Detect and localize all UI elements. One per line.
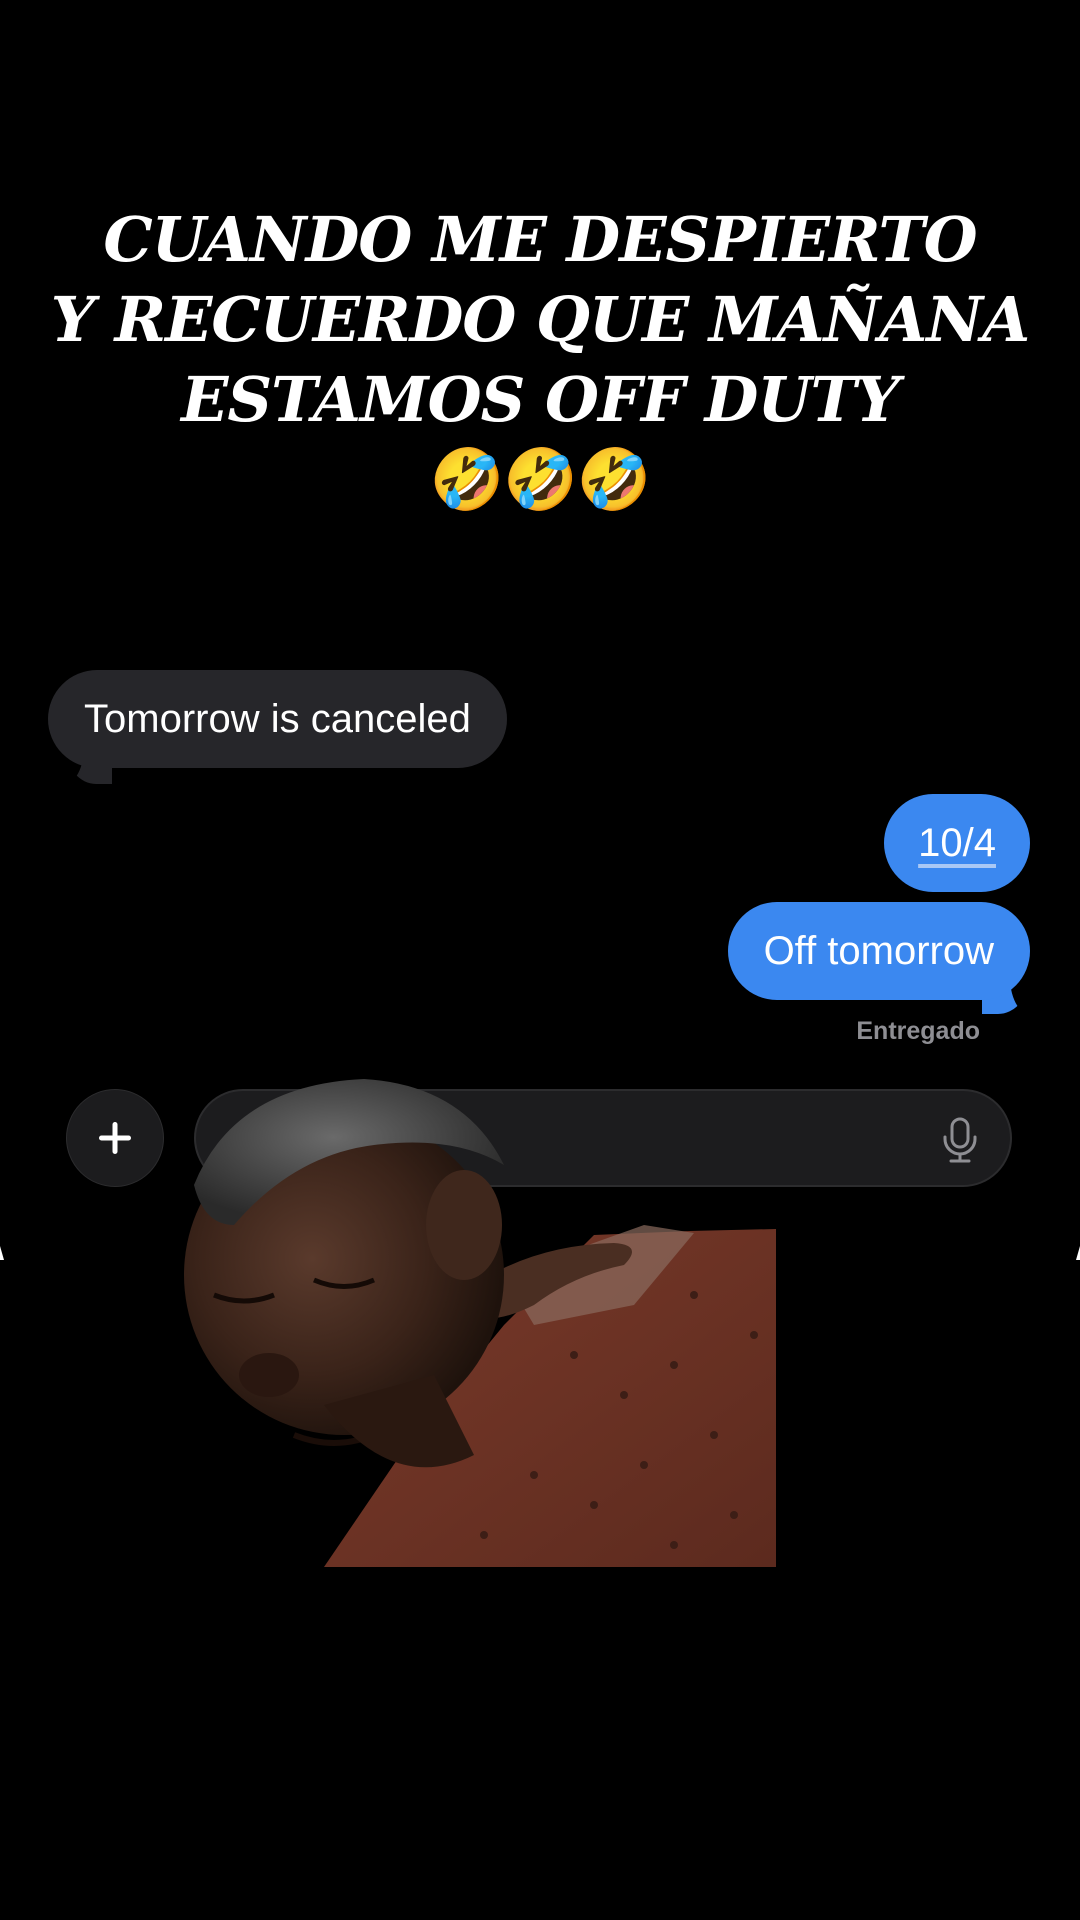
caption-line-3: ESTAMOS OFF DUTY <box>181 363 900 436</box>
caption-line-1: CUANDO ME DESPIERTO <box>103 203 977 276</box>
incoming-message-bubble[interactable]: Tomorrow is canceled <box>48 670 507 768</box>
outgoing-message-bubble[interactable]: Off tomorrow <box>727 902 1030 1000</box>
plus-icon <box>99 1122 131 1154</box>
meme-caption: CUANDO ME DESPIERTO Y RECUERDO QUE MAÑAN… <box>0 200 1080 520</box>
caption-emoji: 🤣🤣🤣 <box>429 445 651 515</box>
edge-sparkle-left <box>0 1246 4 1260</box>
caption-line-2: Y RECUERDO QUE MAÑANA <box>50 283 1030 356</box>
edge-sparkle-right <box>1076 1246 1080 1260</box>
outgoing-message-date-link[interactable]: 10/4 <box>918 821 996 865</box>
delivery-status: Entregado <box>856 1017 980 1045</box>
outgoing-message-bubble[interactable]: 10/4 <box>884 794 1030 892</box>
add-attachment-button[interactable] <box>66 1089 164 1187</box>
microphone-icon[interactable] <box>940 1117 980 1163</box>
sleeping-man-sticker <box>184 1079 776 1567</box>
